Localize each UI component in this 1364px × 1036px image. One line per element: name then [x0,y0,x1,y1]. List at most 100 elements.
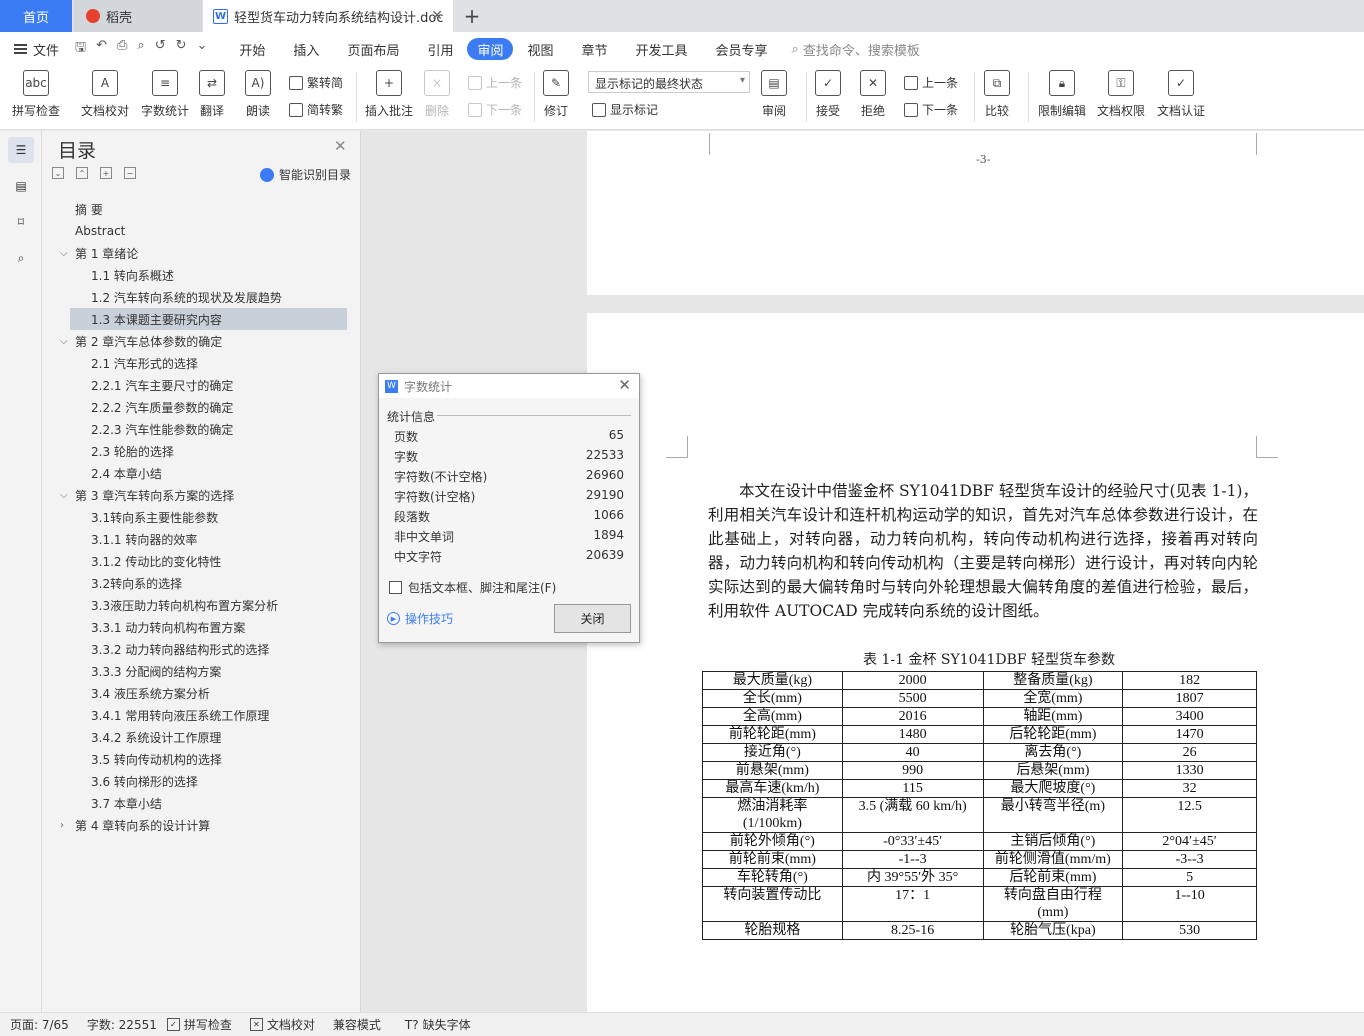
toc-item[interactable]: 3.3.2 动力转向器结构形式的选择 [42,638,361,660]
toc-item[interactable]: 1.2 汽车转向系统的现状及发展趋势 [42,286,361,308]
toc-item[interactable]: 3.4.2 系统设计工作原理 [42,726,361,748]
toc-item[interactable]: 3.3液压助力转向机构布置方案分析 [42,594,361,616]
tab-view[interactable]: 视图 [513,38,567,60]
toc-item[interactable]: 3.1转向系主要性能参数 [42,506,361,528]
chevron-right-icon[interactable]: › [60,820,64,831]
toc-item[interactable]: 2.1 汽车形式的选择 [42,352,361,374]
translate-button[interactable]: ⇄ 翻译 [199,70,225,119]
tab-review[interactable]: 审阅 [467,38,514,60]
toc-item[interactable]: 3.5 转向传动机构的选择 [42,748,361,770]
toc-item[interactable]: 2.2.2 汽车质量参数的确定 [42,396,361,418]
toc-item[interactable]: 2.2.3 汽车性能参数的确定 [42,418,361,440]
save-icon[interactable]: 🖫 [75,38,86,60]
proofread-status[interactable]: ✕ 文档校对 [249,1016,315,1033]
close-icon[interactable]: ✕ [618,376,631,394]
tab-layout[interactable]: 页面布局 [333,38,413,60]
chevron-down-icon[interactable]: ⌵ [60,248,68,259]
new-tab-button[interactable]: + [458,0,486,32]
remove-heading-icon[interactable]: − [124,167,136,179]
tab-member[interactable]: 会员专享 [702,38,782,60]
toc-item[interactable]: Abstract [42,220,361,242]
tab-reference[interactable]: 引用 [413,38,467,60]
chevron-down-icon[interactable]: ⌵ [60,336,68,347]
preview-icon[interactable]: ⌕ [137,38,144,60]
file-menu[interactable]: 文件 [14,40,59,59]
toc-item[interactable]: 3.1.1 转向器的效率 [42,528,361,550]
toc-item[interactable]: 3.4.1 常用转向液压系统工作原理 [42,704,361,726]
toc-item[interactable]: 摘 要 [42,198,361,220]
include-textbox-checkbox[interactable]: 包括文本框、脚注和尾注(F) [389,579,556,596]
doc-rights-button[interactable]: ⚿ 文档权限 [1097,70,1145,119]
toc-item[interactable]: 3.4 液压系统方案分析 [42,682,361,704]
tab-daoke[interactable]: 稻壳 [74,0,202,32]
toc-item[interactable]: 2.4 本章小结 [42,462,361,484]
tab-insert[interactable]: 插入 [279,38,333,60]
missing-font-status[interactable]: T? 缺失字体 [405,1016,471,1033]
next-change-button[interactable]: 下一条 [904,101,958,118]
search-icon[interactable]: ⌕ [8,245,34,271]
toc-item[interactable]: 1.3 本课题主要研究内容 [70,308,347,330]
tab-home[interactable]: 首页 [0,0,72,32]
toc-item[interactable]: 1.1 转向系概述 [42,264,361,286]
redo-icon[interactable]: ↻ [176,38,187,60]
tab-document[interactable]: W 轻型货车动力转向系统结构设计.doc ✕ [203,0,453,32]
prev-comment-button[interactable]: 上一条 [468,74,522,91]
chevron-down-icon[interactable]: ⌵ [60,490,68,501]
toc-item[interactable]: 2.2.1 汽车主要尺寸的确定 [42,374,361,396]
collapse-all-icon[interactable]: ⌃ [76,167,88,179]
track-changes-button[interactable]: ✎ 修订 [543,70,569,119]
close-icon[interactable]: ✕ [334,137,347,155]
customize-icon[interactable]: ⌄ [197,38,208,60]
delete-comment-button[interactable]: × 删除 [424,70,450,119]
undo-icon[interactable]: ↶ [96,38,107,60]
tab-chapter[interactable]: 章节 [568,38,622,60]
toc-item[interactable]: 3.7 本章小结 [42,792,361,814]
simp-to-trad-button[interactable]: 简转繁 [289,101,343,118]
close-button[interactable]: 关闭 [554,604,631,633]
body-paragraph[interactable]: 本文在设计中借鉴金杯 SY1041DBF 轻型货车设计的经验尺寸(见表 1-1)… [708,479,1258,623]
review-pane-button[interactable]: ▤ 审阅 [761,70,787,119]
expand-all-icon[interactable]: ⌄ [52,167,64,179]
tab-start[interactable]: 开始 [225,38,279,60]
trad-to-simp-button[interactable]: 繁转简 [289,74,343,91]
spellcheck-status[interactable]: ✓ 拼写检查 [166,1016,232,1033]
toc-item[interactable]: 3.6 转向梯形的选择 [42,770,361,792]
proofread-button[interactable]: A 文档校对 [81,70,129,119]
translate-icon: ⇄ [199,70,225,96]
print-icon[interactable]: ⎙ [117,38,127,60]
doc-certify-button[interactable]: ✓ 文档认证 [1157,70,1205,119]
toc-item[interactable]: 2.3 轮胎的选择 [42,440,361,462]
wordcount-button[interactable]: ≡ 字数统计 [141,70,189,119]
smart-toc-button[interactable]: 智能识别目录 [260,166,351,183]
toc-item[interactable]: 3.2转向系的选择 [42,572,361,594]
toc-item[interactable]: ⌵ 第 1 章绪论 [42,242,361,264]
accept-button[interactable]: ✓ 接受 [815,70,841,119]
insert-comment-button[interactable]: + 插入批注 [365,70,413,119]
close-tab-icon[interactable]: ✕ [431,8,443,24]
toc-item[interactable]: 3.3.3 分配阀的结构方案 [42,660,361,682]
prev-change-button[interactable]: 上一条 [904,74,958,91]
toc-item[interactable]: 3.3.1 动力转向机构布置方案 [42,616,361,638]
next-comment-button[interactable]: 下一条 [468,101,522,118]
toc-panel-icon[interactable]: ☰ [8,137,34,163]
read-aloud-button[interactable]: A) 朗读 [245,70,271,119]
page-indicator[interactable]: 页面: 7/65 [10,1016,69,1033]
toc-item[interactable]: ⌵ 第 3 章汽车转向系方案的选择 [42,484,361,506]
undo-icon[interactable]: ↺ [155,38,166,60]
toc-item[interactable]: ⌵ 第 2 章汽车总体参数的确定 [42,330,361,352]
tab-developer[interactable]: 开发工具 [622,38,702,60]
tips-link[interactable]: ▶ 操作技巧 [387,610,453,627]
toc-item[interactable]: 3.1.2 传动比的变化特性 [42,550,361,572]
chapter-panel-icon[interactable]: ▤ [8,173,34,199]
restrict-edit-button[interactable]: 🔒︎ 限制编辑 [1038,70,1086,119]
show-marks-button[interactable]: 显示标记 [592,101,658,118]
command-search[interactable]: ⌕ 查找命令、搜索模板 [792,40,920,59]
add-heading-icon[interactable]: + [100,167,112,179]
markup-state-select[interactable]: 显示标记的最终状态 [588,71,750,93]
bookmark-icon[interactable]: ⌑ [8,209,34,235]
toc-item[interactable]: › 第 4 章转向系的设计计算 [42,814,361,836]
word-count-indicator[interactable]: 字数: 22551 [87,1016,157,1033]
reject-button[interactable]: ✕ 拒绝 [860,70,886,119]
compare-button[interactable]: ⧉ 比较 [984,70,1010,119]
spellcheck-button[interactable]: abc 拼写检查 [12,70,60,119]
